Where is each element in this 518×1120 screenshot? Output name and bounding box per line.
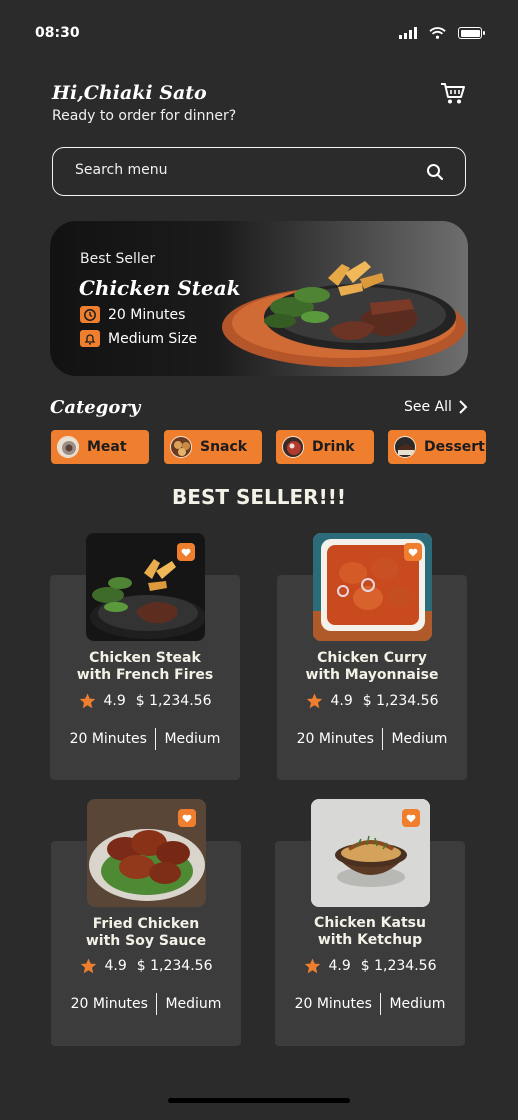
- divider: [381, 728, 384, 750]
- banner-duration: 20 Minutes: [80, 306, 185, 323]
- divider: [379, 993, 382, 1015]
- status-time: 08:30: [35, 25, 80, 41]
- product-rating: 4.9 $ 1,234.56: [51, 958, 241, 974]
- star-icon: [80, 958, 96, 974]
- product-rating: 4.9 $ 1,234.56: [275, 958, 465, 974]
- product-name: Chicken Steak with French Fires: [50, 650, 240, 684]
- status-icons: [399, 27, 485, 39]
- dessert-icon: [394, 436, 416, 458]
- search-placeholder: Search menu: [75, 162, 168, 178]
- product-name-line1: Chicken Steak: [89, 650, 201, 666]
- product-meta: 20 Minutes Medium: [50, 728, 240, 750]
- divider: [155, 993, 158, 1015]
- divider: [154, 728, 157, 750]
- best-seller-banner[interactable]: Best Seller Chicken Steak 20 Minutes Med…: [50, 221, 468, 376]
- category-snack-label: Snack: [200, 439, 248, 455]
- category-dessert-label: Dessert: [424, 439, 485, 455]
- product-name-line2: with French Fires: [76, 667, 214, 683]
- status-bar: 08:30: [0, 0, 518, 64]
- product-name-line1: Chicken Curry: [317, 650, 427, 666]
- banner-label: Best Seller: [80, 251, 156, 267]
- heart-icon[interactable]: [177, 543, 195, 561]
- star-icon: [79, 693, 95, 709]
- snack-icon: [170, 436, 192, 458]
- product-name: Chicken Katsu with Ketchup: [275, 915, 465, 949]
- see-all-label: See All: [404, 399, 452, 415]
- product-name-line2: with Ketchup: [317, 932, 423, 948]
- bell-icon: [80, 330, 100, 347]
- product-name-line2: with Soy Sauce: [85, 933, 207, 949]
- prep-time: 20 Minutes: [70, 996, 148, 1012]
- banner-size-text: Medium Size: [108, 330, 198, 347]
- see-all-link[interactable]: See All: [404, 399, 468, 415]
- price-value: $ 1,234.56: [362, 693, 439, 709]
- search-icon[interactable]: [425, 162, 445, 182]
- banner-duration-text: 20 Minutes: [108, 306, 186, 323]
- product-meta: 20 Minutes Medium: [51, 993, 241, 1015]
- prep-time: 20 Minutes: [69, 731, 147, 747]
- home-indicator[interactable]: [168, 1098, 350, 1103]
- greeting-title: Hi,Chiaki Sato: [52, 82, 207, 104]
- clock-icon: [80, 306, 100, 323]
- category-drink-button[interactable]: Drink: [276, 430, 374, 464]
- star-icon: [304, 958, 320, 974]
- product-name: Fried Chicken with Soy Sauce: [51, 916, 241, 950]
- portion-size: Medium: [389, 996, 446, 1012]
- prep-time: 20 Minutes: [296, 731, 374, 747]
- category-meat-button[interactable]: Meat: [51, 430, 149, 464]
- product-name-line1: Chicken Katsu: [314, 915, 426, 931]
- portion-size: Medium: [165, 996, 222, 1012]
- prep-time: 20 Minutes: [294, 996, 372, 1012]
- portion-size: Medium: [164, 731, 221, 747]
- price-value: $ 1,234.56: [135, 693, 212, 709]
- portion-size: Medium: [391, 731, 448, 747]
- banner-title: Chicken Steak: [79, 276, 241, 300]
- product-name-line1: Fried Chicken: [92, 916, 200, 932]
- chicken-steak-image: [222, 261, 466, 367]
- rating-value: 4.9: [330, 693, 353, 709]
- banner-size: Medium Size: [80, 330, 197, 347]
- category-title: Category: [50, 397, 141, 418]
- greeting-subtitle: Ready to order for dinner?: [52, 108, 237, 124]
- product-rating: 4.9 $ 1,234.56: [277, 693, 467, 709]
- product-name-line2: with Mayonnaise: [305, 667, 439, 683]
- wifi-icon: [429, 27, 446, 39]
- heart-icon[interactable]: [178, 809, 196, 827]
- best-seller-title: BEST SELLER!!!: [172, 485, 346, 509]
- product-meta: 20 Minutes Medium: [275, 993, 465, 1015]
- heart-icon[interactable]: [402, 809, 420, 827]
- star-icon: [306, 693, 322, 709]
- product-name: Chicken Curry with Mayonnaise: [277, 650, 467, 684]
- search-input[interactable]: Search menu: [52, 147, 466, 196]
- heart-icon[interactable]: [404, 543, 422, 561]
- category-drink-label: Drink: [312, 439, 355, 455]
- battery-icon: [458, 27, 485, 39]
- meat-icon: [57, 436, 79, 458]
- category-snack-button[interactable]: Snack: [164, 430, 262, 464]
- rating-value: 4.9: [328, 958, 351, 974]
- rating-value: 4.9: [104, 958, 127, 974]
- cellular-signal-icon: [399, 27, 417, 39]
- category-dessert-button[interactable]: Dessert: [388, 430, 486, 464]
- rating-value: 4.9: [103, 693, 126, 709]
- category-meat-label: Meat: [87, 439, 127, 455]
- cart-icon[interactable]: [439, 79, 467, 107]
- product-rating: 4.9 $ 1,234.56: [50, 693, 240, 709]
- drink-icon: [282, 436, 304, 458]
- price-value: $ 1,234.56: [136, 958, 213, 974]
- price-value: $ 1,234.56: [360, 958, 437, 974]
- chevron-right-icon: [459, 400, 468, 414]
- product-meta: 20 Minutes Medium: [277, 728, 467, 750]
